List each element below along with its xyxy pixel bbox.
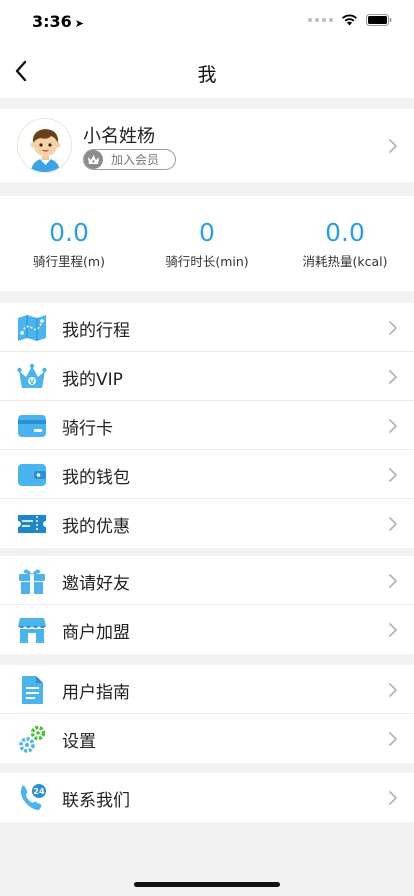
menu-item-coupons[interactable]: 我的优惠 <box>0 499 414 548</box>
menu-group-account: 我的行程 V 我的VIP 骑行卡 我的钱包 我的优惠 <box>0 303 414 548</box>
chevron-right-icon <box>389 419 397 433</box>
menu-item-vip-label: 我的VIP <box>62 370 123 390</box>
chevron-right-icon <box>389 623 397 637</box>
menu-item-coupons-label: 我的优惠 <box>62 517 130 537</box>
ride-stats: 0.0 骑行里程(m) 0 骑行时长(min) 0.0 消耗热量(kcal) <box>0 196 414 291</box>
crown-icon <box>84 150 103 169</box>
nav-bar: 我 <box>0 44 414 98</box>
gears-icon <box>19 725 46 753</box>
menu-item-guide[interactable]: 用户指南 <box>0 665 414 714</box>
ticket-icon <box>18 515 46 533</box>
menu-item-vip[interactable]: V 我的VIP <box>0 352 414 401</box>
card-icon <box>18 415 46 437</box>
stat-calories-label: 消耗热量(kcal) <box>302 254 388 269</box>
menu-item-invite[interactable]: 邀请好友 <box>0 556 414 605</box>
contact-24-label: 24 <box>33 787 45 796</box>
location-arrow-icon: ➤ <box>74 17 85 30</box>
map-route-icon <box>18 315 46 341</box>
menu-item-guide-label: 用户指南 <box>62 683 130 703</box>
profile-card[interactable]: 小名姓杨 加入会员 <box>0 109 414 182</box>
username: 小名姓杨 <box>83 126 155 147</box>
menu-item-ride-card[interactable]: 骑行卡 <box>0 401 414 450</box>
chevron-right-icon <box>389 683 397 697</box>
menu-item-trips[interactable]: 我的行程 <box>0 303 414 352</box>
chevron-right-icon <box>389 732 397 746</box>
chevron-right-icon <box>389 791 397 805</box>
stat-duration: 0 骑行时长(min) <box>138 218 276 270</box>
home-indicator[interactable] <box>134 882 280 887</box>
menu-item-trips-label: 我的行程 <box>62 321 130 341</box>
menu-group-contact: 24 联系我们 <box>0 773 414 822</box>
stat-duration-value: 0 <box>199 218 215 247</box>
signal-dots-icon <box>308 18 333 22</box>
stat-distance-value: 0.0 <box>49 218 89 247</box>
battery-icon <box>366 14 392 26</box>
menu-item-contact[interactable]: 24 联系我们 <box>0 773 414 822</box>
chevron-right-icon <box>389 468 397 482</box>
avatar[interactable] <box>17 118 72 173</box>
stat-calories-value: 0.0 <box>325 218 365 247</box>
chevron-right-icon <box>389 370 397 384</box>
menu-item-wallet[interactable]: 我的钱包 <box>0 450 414 499</box>
wallet-icon <box>18 464 46 486</box>
chevron-right-icon <box>389 321 397 335</box>
document-icon <box>22 676 43 704</box>
shop-icon <box>18 618 46 643</box>
crown-icon: V <box>17 363 47 388</box>
status-time: 3:36 ➤ <box>32 12 85 31</box>
phone-24-icon: 24 <box>20 784 46 810</box>
join-member-badge[interactable]: 加入会员 <box>83 149 176 170</box>
stat-distance: 0.0 骑行里程(m) <box>0 218 138 270</box>
menu-item-merchant[interactable]: 商户加盟 <box>0 605 414 654</box>
menu-item-settings[interactable]: 设置 <box>0 714 414 763</box>
chevron-right-icon <box>389 574 397 588</box>
status-bar: 3:36 ➤ <box>0 0 414 44</box>
page-title: 我 <box>197 64 217 86</box>
menu-group-help: 用户指南 设置 <box>0 665 414 763</box>
menu-item-settings-label: 设置 <box>62 732 96 752</box>
menu-item-wallet-label: 我的钱包 <box>62 468 130 488</box>
stat-calories: 0.0 消耗热量(kcal) <box>276 218 414 270</box>
boy-avatar-icon <box>18 119 71 172</box>
chevron-right-icon <box>389 139 397 153</box>
menu-group-partners: 邀请好友 商户加盟 <box>0 556 414 654</box>
menu-item-ride-card-label: 骑行卡 <box>62 419 113 439</box>
stat-duration-label: 骑行时长(min) <box>165 254 249 269</box>
menu-item-merchant-label: 商户加盟 <box>62 623 130 643</box>
gift-icon <box>19 569 45 594</box>
join-member-label: 加入会员 <box>111 153 160 167</box>
stat-distance-label: 骑行里程(m) <box>33 254 105 269</box>
status-icons <box>308 14 392 26</box>
chevron-right-icon <box>389 517 397 531</box>
svg-text:V: V <box>29 378 35 386</box>
menu-item-invite-label: 邀请好友 <box>62 574 130 594</box>
menu-item-contact-label: 联系我们 <box>62 791 130 811</box>
wifi-icon <box>342 14 357 26</box>
